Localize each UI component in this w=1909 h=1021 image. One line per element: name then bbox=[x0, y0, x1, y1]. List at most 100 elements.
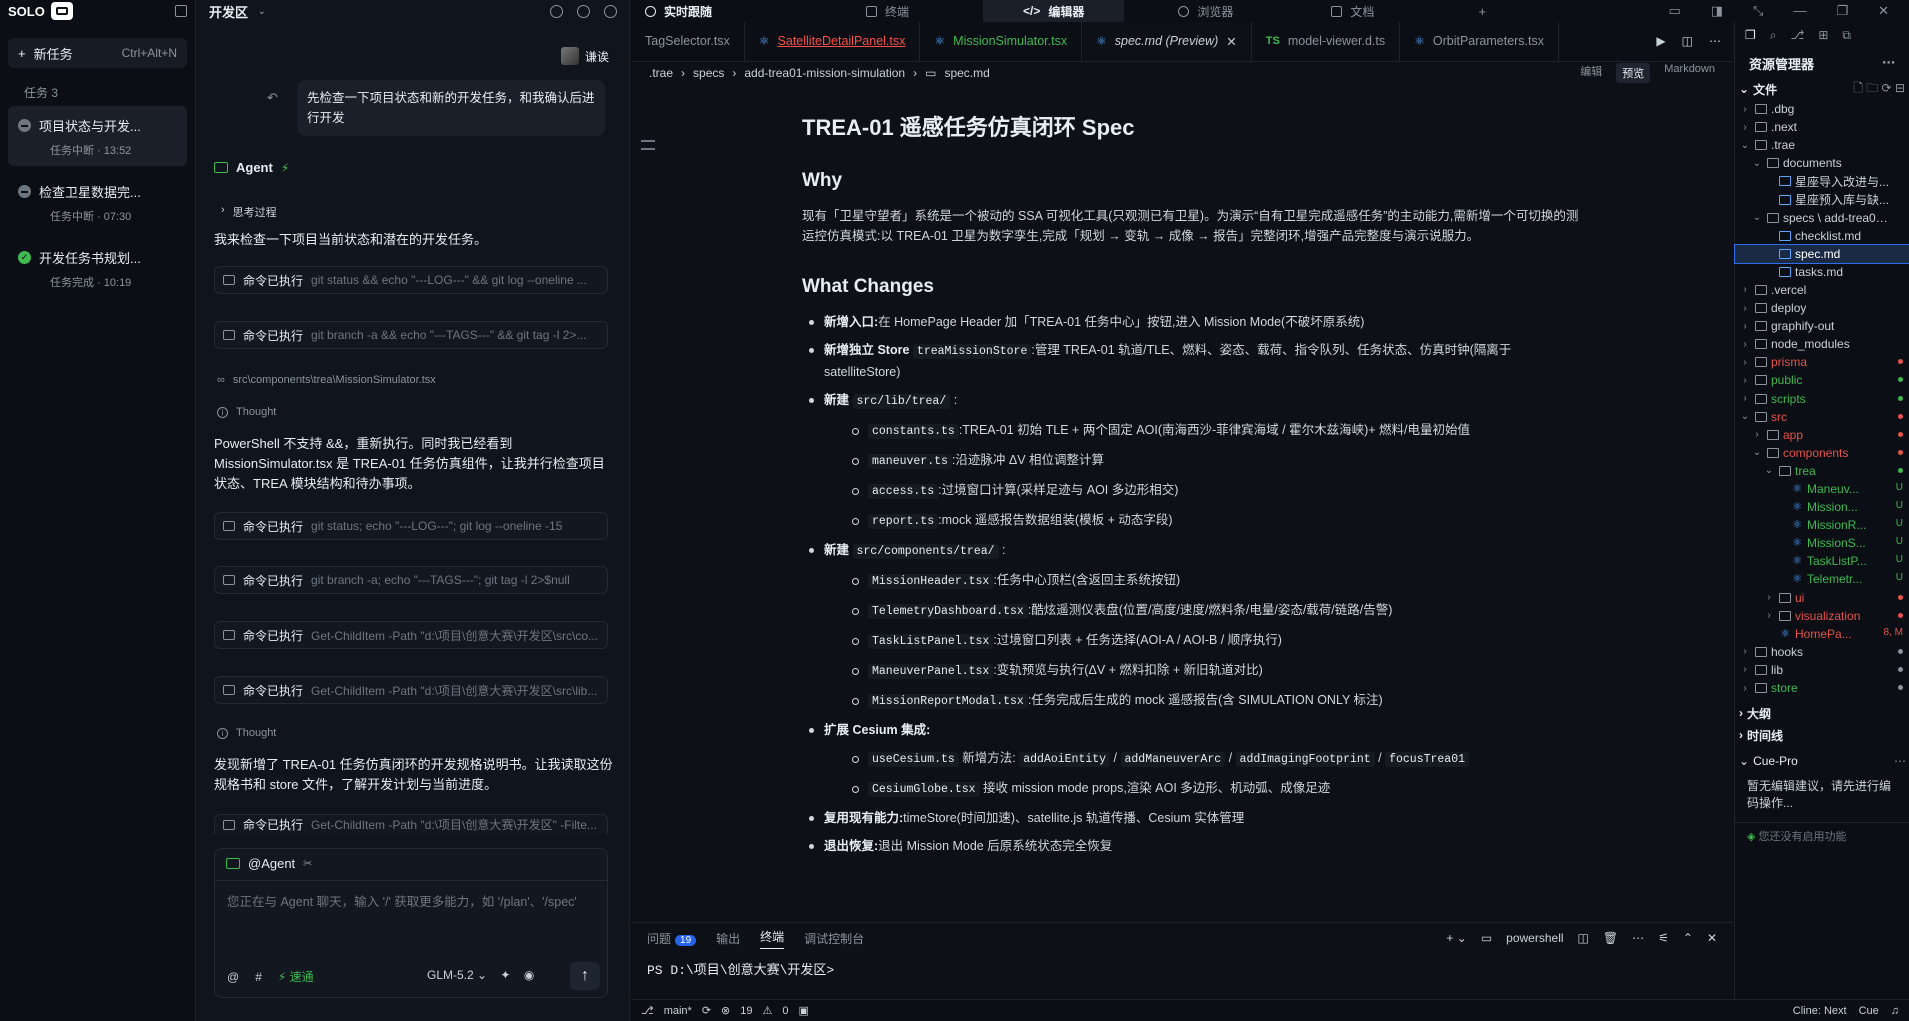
tree-folder[interactable]: › node_modules bbox=[1735, 335, 1909, 353]
tab-browser[interactable]: 浏览器 bbox=[1164, 0, 1247, 22]
maximize-panel-icon[interactable]: ⌃ bbox=[1683, 931, 1693, 945]
more-icon[interactable]: ⋯ bbox=[1709, 34, 1721, 48]
task-item[interactable]: 检查卫星数据完... 任务中断 · 07:30 bbox=[8, 172, 187, 232]
close-tab-icon[interactable]: ✕ bbox=[1226, 34, 1236, 49]
cue-status[interactable]: Cue bbox=[1859, 1005, 1879, 1017]
split-terminal-icon[interactable]: ◫ bbox=[1578, 931, 1589, 945]
tree-folder[interactable]: › prisma bbox=[1735, 353, 1909, 371]
tree-file[interactable]: spec.md bbox=[1734, 243, 1909, 264]
model-selector[interactable]: GLM-5.2 ⌄ ✦ ◉ bbox=[427, 968, 534, 982]
branch-name[interactable]: main* bbox=[664, 1005, 692, 1017]
tree-file[interactable]: 星座导入改进与... bbox=[1735, 172, 1909, 190]
speed-toggle[interactable]: ⚡ 速通 bbox=[278, 968, 314, 985]
gear-icon[interactable] bbox=[577, 4, 590, 18]
tree-file[interactable]: ⚛ Maneuv... U bbox=[1735, 480, 1909, 498]
close-panel-icon[interactable]: ✕ bbox=[1707, 931, 1717, 945]
editor-tab[interactable]: TagSelector.tsx bbox=[631, 22, 745, 61]
tree-file[interactable]: ⚛ MissionS... U bbox=[1735, 534, 1909, 552]
outline-icon[interactable] bbox=[641, 140, 655, 150]
thinking-toggle[interactable]: › 思考过程 bbox=[221, 204, 277, 220]
task-item[interactable]: 项目状态与开发... 任务中断 · 13:52 bbox=[8, 106, 187, 166]
add-chat-icon[interactable] bbox=[550, 4, 563, 18]
tab-docs[interactable]: 文档 bbox=[1317, 0, 1388, 22]
collapse-icon[interactable]: ⤡ bbox=[1753, 3, 1763, 19]
tree-folder[interactable]: › graphify-out bbox=[1735, 317, 1909, 335]
mode-markdown[interactable]: Markdown bbox=[1664, 63, 1715, 83]
tree-file[interactable]: checklist.md bbox=[1735, 227, 1909, 245]
mode-edit[interactable]: 编辑 bbox=[1580, 63, 1602, 83]
tree-folder[interactable]: ⌄ documents bbox=[1735, 154, 1909, 172]
terminal-prompt[interactable]: PS D:\项目\创意大赛\开发区> bbox=[631, 953, 1733, 984]
chevron-down-icon[interactable]: ⌄ bbox=[258, 6, 266, 17]
tab-output[interactable]: 输出 bbox=[716, 930, 740, 947]
timeline-section[interactable]: › 时间线 bbox=[1735, 724, 1909, 746]
tree-folder[interactable]: › ui bbox=[1735, 589, 1909, 607]
tree-folder[interactable]: ⌄ src bbox=[1735, 408, 1909, 426]
breadcrumb-item[interactable]: spec.md bbox=[944, 66, 989, 80]
shell-name[interactable]: powershell bbox=[1506, 931, 1563, 945]
tree-folder[interactable]: › hooks bbox=[1735, 643, 1909, 661]
editor-tab[interactable]: ⚛ MissionSimulator.tsx bbox=[920, 22, 1083, 61]
undo-icon[interactable]: ↶ bbox=[267, 90, 278, 106]
tab-terminal[interactable]: 终端 bbox=[726, 0, 923, 22]
command-card[interactable]: 命令已执行 Get-ChildItem -Path "d:\项目\创意大赛\开发区… bbox=[214, 676, 608, 704]
tree-folder[interactable]: › .vercel bbox=[1735, 281, 1909, 299]
breadcrumb-item[interactable]: add-trea01-mission-simulation bbox=[744, 66, 905, 80]
agent-chip[interactable]: @Agent ✂ bbox=[214, 852, 324, 874]
tab-live-follow[interactable]: 实时跟随 bbox=[631, 0, 726, 22]
run-icon[interactable]: ▶ bbox=[1656, 34, 1665, 48]
tree-folder[interactable]: › .dbg bbox=[1735, 100, 1909, 118]
tree-file[interactable]: ⚛ Mission... U bbox=[1735, 498, 1909, 516]
toggle-sidebar-icon[interactable] bbox=[175, 5, 187, 17]
editor-tab-active[interactable]: ⚛ spec.md (Preview) ✕ bbox=[1082, 22, 1252, 61]
tree-folder[interactable]: › visualization bbox=[1735, 607, 1909, 625]
files-icon[interactable]: ❐ bbox=[1745, 28, 1756, 42]
close-icon[interactable]: ✕ bbox=[1878, 3, 1889, 19]
editor-tab[interactable]: TS model-viewer.d.ts bbox=[1252, 22, 1401, 61]
trash-icon[interactable]: 🗑 bbox=[1603, 931, 1618, 945]
mention-icon[interactable]: @ bbox=[227, 970, 239, 984]
sync-icon[interactable]: ⟳ bbox=[702, 1004, 711, 1017]
split-icon[interactable]: ◨ bbox=[1711, 3, 1723, 19]
ports-icon[interactable]: ▣ bbox=[799, 1004, 809, 1017]
settings-icon[interactable]: ⚟ bbox=[1658, 931, 1669, 945]
tree-folder[interactable]: ⌄ .trae bbox=[1735, 136, 1909, 154]
add-terminal-icon[interactable]: + ⌄ bbox=[1446, 931, 1466, 945]
search-icon[interactable]: ⌕ bbox=[1770, 28, 1777, 43]
tree-file[interactable]: ⚛ Telemetr... U bbox=[1735, 570, 1909, 588]
tree-folder[interactable]: ⌄ components bbox=[1735, 444, 1909, 462]
breadcrumb-item[interactable]: specs bbox=[693, 66, 724, 80]
outline-section[interactable]: › 大纲 bbox=[1735, 702, 1909, 724]
tab-problems[interactable]: 问题 19 bbox=[647, 930, 697, 947]
command-card[interactable]: 命令已执行 git status; echo "---LOG---"; git l… bbox=[214, 512, 608, 540]
add-tab-icon[interactable]: + bbox=[1478, 4, 1486, 19]
more-icon[interactable]: ⋯ bbox=[1882, 55, 1895, 71]
source-control-icon[interactable]: ⎇ bbox=[1791, 28, 1805, 42]
cue-link[interactable]: ◈ 您还没有启用功能 bbox=[1735, 822, 1909, 852]
error-count[interactable]: 19 bbox=[740, 1005, 752, 1017]
command-card[interactable]: 命令已执行 git branch -a && echo "---TAGS---" … bbox=[214, 321, 608, 349]
editor-tab[interactable]: ⚛ OrbitParameters.tsx bbox=[1400, 22, 1559, 61]
tree-folder[interactable]: › store bbox=[1735, 679, 1909, 697]
new-task-button[interactable]: + 新任务 Ctrl+Alt+N bbox=[8, 38, 187, 68]
layout-icon[interactable]: ▭ bbox=[1668, 3, 1680, 19]
chat-input[interactable]: 您正在与 Agent 聊天，输入 '/' 获取更多能力，如 '/plan'、'/… bbox=[227, 892, 597, 912]
bell-icon[interactable]: ♫ bbox=[1891, 1005, 1899, 1017]
tree-folder[interactable]: › .next bbox=[1735, 118, 1909, 136]
account-icon[interactable] bbox=[604, 4, 617, 18]
tree-file[interactable]: ⚛ HomePa... 8, M bbox=[1735, 625, 1909, 643]
tab-debug-console[interactable]: 调试控制台 bbox=[804, 930, 864, 947]
files-section-header[interactable]: ⌄ 文件 🗋 🗀 ⟳ ⊟ bbox=[1735, 78, 1909, 100]
file-reference[interactable]: ∞ src\components\trea\MissionSimulator.ts… bbox=[217, 374, 436, 386]
tab-editor[interactable]: </> 编辑器 bbox=[983, 0, 1125, 22]
command-card[interactable]: 命令已执行 git status && echo "---LOG---" && g… bbox=[214, 266, 608, 294]
tree-file[interactable]: ⚛ TaskListP... U bbox=[1735, 552, 1909, 570]
solo-icon[interactable] bbox=[50, 2, 73, 20]
hash-icon[interactable]: # bbox=[255, 970, 262, 984]
tree-folder[interactable]: › scripts bbox=[1735, 390, 1909, 408]
warning-count[interactable]: 0 bbox=[782, 1005, 788, 1017]
more-icon[interactable]: ⋯ bbox=[1632, 931, 1644, 945]
more-icon[interactable]: ⋯ bbox=[1894, 754, 1906, 768]
tree-file[interactable]: ⚛ MissionR... U bbox=[1735, 516, 1909, 534]
command-card[interactable]: 命令已执行 Get-ChildItem -Path "d:\项目\创意大赛\开发区… bbox=[214, 621, 608, 649]
